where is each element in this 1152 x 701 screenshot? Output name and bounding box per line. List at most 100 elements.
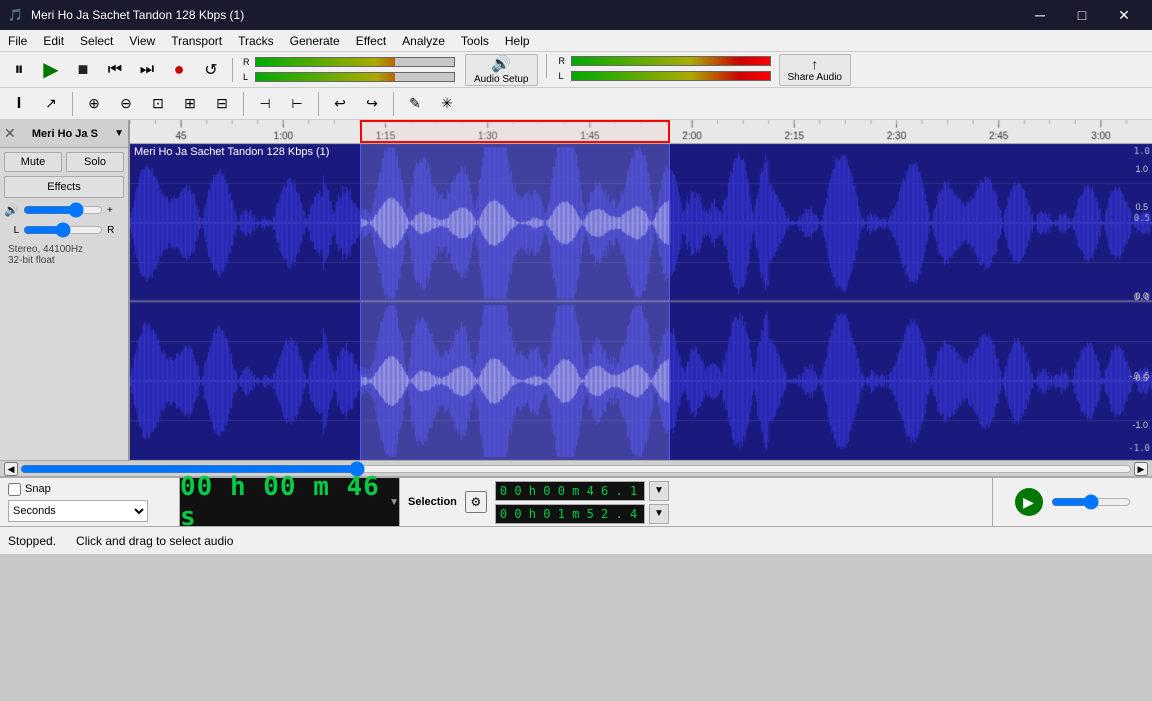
skip-back-button[interactable]: ⏮ bbox=[100, 55, 130, 85]
track-name-dropdown[interactable]: Meri Ho Ja S bbox=[32, 128, 98, 140]
vu-bar-bottom bbox=[255, 72, 455, 82]
pan-control-row: L R bbox=[14, 222, 115, 238]
sel-end-dropdown[interactable]: ▼ bbox=[649, 504, 669, 524]
audio-buttons: 🔊 Audio Setup R L ↑ Share Audio bbox=[465, 54, 851, 86]
envelope-tool-button[interactable]: ↗ bbox=[36, 89, 66, 119]
gain-slider[interactable] bbox=[23, 202, 103, 218]
menu-file[interactable]: File bbox=[0, 30, 35, 51]
seconds-select[interactable]: Seconds bbox=[8, 500, 148, 522]
track-area: ✕ Meri Ho Ja S ▼ Mute Solo Effects 🔊 + bbox=[0, 120, 1152, 460]
status-stopped: Stopped. bbox=[8, 534, 56, 548]
share-audio-button[interactable]: ↑ Share Audio bbox=[779, 54, 852, 86]
menu-edit[interactable]: Edit bbox=[35, 30, 72, 51]
toolbar2-sep-2 bbox=[243, 92, 244, 116]
undo-button[interactable]: ↩ bbox=[325, 89, 355, 119]
audio-setup-button[interactable]: 🔊 Audio Setup bbox=[465, 54, 538, 86]
stop-button[interactable]: ■ bbox=[68, 55, 98, 85]
play-section: ▶ bbox=[992, 478, 1152, 526]
pan-label: L bbox=[14, 225, 20, 236]
selection-settings-button[interactable]: ⚙ bbox=[465, 491, 487, 513]
pan-slider[interactable] bbox=[23, 222, 103, 238]
close-button[interactable]: ✕ bbox=[1104, 0, 1144, 30]
close-track-button[interactable]: ✕ bbox=[4, 125, 16, 142]
menu-generate[interactable]: Generate bbox=[282, 30, 348, 51]
pause-button[interactable]: ⏸ bbox=[4, 55, 34, 85]
titlebar: 🎵 Meri Ho Ja Sachet Tandon 128 Kbps (1) … bbox=[0, 0, 1152, 30]
snap-checkbox[interactable] bbox=[8, 483, 21, 496]
track-bit-depth: 32-bit float bbox=[8, 255, 120, 266]
time-display: 00 h 00 m 46 s ▼ bbox=[180, 478, 400, 526]
toolbar2: I ↗ ⊕ ⊖ ⊡ ⊞ ⊟ ⊣ ⊢ ↩ ↪ ✎ ✳ bbox=[0, 88, 1152, 120]
toolbar2-sep-3 bbox=[318, 92, 319, 116]
menu-tracks[interactable]: Tracks bbox=[230, 30, 282, 51]
redo-button[interactable]: ↪ bbox=[357, 89, 387, 119]
vu-bar-top bbox=[255, 57, 455, 67]
sel-end-row: ▼ bbox=[495, 504, 669, 524]
select-tool-button[interactable]: I bbox=[4, 89, 34, 119]
horizontal-scrollbar: ◀ ▶ bbox=[0, 460, 1152, 476]
time-dropdown-arrow[interactable]: ▼ bbox=[389, 497, 399, 508]
vu-meter-area: R L bbox=[243, 55, 455, 84]
selection-section: Selection ⚙ ▼ ▼ bbox=[400, 478, 992, 526]
sel-start-row: ▼ bbox=[495, 481, 669, 501]
share-audio-label: Share Audio bbox=[788, 72, 843, 83]
status-bar: Stopped. Click and drag to select audio bbox=[0, 526, 1152, 554]
toolbar-separator-2 bbox=[546, 54, 547, 78]
skip-forward-button[interactable]: ⏭ bbox=[132, 55, 162, 85]
window-controls: ─ □ ✕ bbox=[1020, 0, 1144, 30]
vu-bar-top-empty bbox=[395, 58, 454, 66]
time-ruler[interactable] bbox=[130, 120, 1152, 144]
speaker-icon: 🔊 bbox=[491, 54, 511, 74]
track-header: ✕ Meri Ho Ja S ▼ bbox=[0, 120, 128, 148]
minimize-button[interactable]: ─ bbox=[1020, 0, 1060, 30]
multi-tool-button[interactable]: ✳ bbox=[432, 89, 462, 119]
record-button[interactable]: ● bbox=[164, 55, 194, 85]
title-left: 🎵 Meri Ho Ja Sachet Tandon 128 Kbps (1) bbox=[8, 8, 244, 22]
selection-fields: ▼ ▼ bbox=[495, 481, 669, 524]
track-panel: ✕ Meri Ho Ja S ▼ Mute Solo Effects 🔊 + bbox=[0, 120, 130, 460]
waveform-canvas[interactable] bbox=[130, 144, 1152, 460]
zoom-in-button[interactable]: ⊕ bbox=[79, 89, 109, 119]
trim-left-button[interactable]: ⊣ bbox=[250, 89, 280, 119]
trim-right-button[interactable]: ⊢ bbox=[282, 89, 312, 119]
waveform-wrapper[interactable]: Meri Ho Ja Sachet Tandon 128 Kbps (1) 1.… bbox=[130, 144, 1152, 460]
menu-analyze[interactable]: Analyze bbox=[394, 30, 453, 51]
audio-setup-label: Audio Setup bbox=[474, 74, 529, 85]
scroll-left-button[interactable]: ◀ bbox=[4, 462, 18, 476]
bottom-bar: Snap Seconds 00 h 00 m 46 s ▼ Selection … bbox=[0, 476, 1152, 526]
solo-button[interactable]: Solo bbox=[66, 152, 124, 172]
effects-button[interactable]: Effects bbox=[4, 176, 124, 198]
current-time: 00 h 00 m 46 s bbox=[180, 472, 385, 532]
menu-tools[interactable]: Tools bbox=[453, 30, 497, 51]
menu-transport[interactable]: Transport bbox=[163, 30, 230, 51]
zoom-fit-button[interactable]: ⊡ bbox=[143, 89, 173, 119]
rec-vu-row-2: L bbox=[559, 69, 771, 83]
play-button[interactable]: ▶ bbox=[36, 55, 66, 85]
menubar: File Edit Select View Transport Tracks G… bbox=[0, 30, 1152, 52]
loop-button[interactable]: ↺ bbox=[196, 55, 226, 85]
menu-select[interactable]: Select bbox=[72, 30, 121, 51]
sel-end-input[interactable] bbox=[495, 504, 645, 524]
main-area: ✕ Meri Ho Ja S ▼ Mute Solo Effects 🔊 + bbox=[0, 120, 1152, 460]
sel-start-dropdown[interactable]: ▼ bbox=[649, 481, 669, 501]
zoom-full-button[interactable]: ⊟ bbox=[207, 89, 237, 119]
menu-help[interactable]: Help bbox=[497, 30, 538, 51]
zoom-out-button[interactable]: ⊖ bbox=[111, 89, 141, 119]
track-dropdown-arrow[interactable]: ▼ bbox=[114, 128, 124, 139]
menu-view[interactable]: View bbox=[121, 30, 163, 51]
waveform-area: Meri Ho Ja Sachet Tandon 128 Kbps (1) 1.… bbox=[130, 120, 1152, 460]
mute-button[interactable]: Mute bbox=[4, 152, 62, 172]
zoom-selection-button[interactable]: ⊞ bbox=[175, 89, 205, 119]
sel-start-input[interactable] bbox=[495, 481, 645, 501]
maximize-button[interactable]: □ bbox=[1062, 0, 1102, 30]
playback-speed-slider[interactable] bbox=[1051, 494, 1131, 510]
menu-effect[interactable]: Effect bbox=[348, 30, 394, 51]
play-green-button[interactable]: ▶ bbox=[1015, 488, 1043, 516]
snap-section: Snap Seconds bbox=[0, 478, 180, 526]
draw-tool-button[interactable]: ✎ bbox=[400, 89, 430, 119]
status-hint: Click and drag to select audio bbox=[76, 534, 233, 548]
gain-icon: 🔊 bbox=[4, 203, 19, 217]
scroll-right-button[interactable]: ▶ bbox=[1134, 462, 1148, 476]
snap-label: Snap bbox=[25, 483, 51, 495]
selection-label: Selection bbox=[408, 496, 457, 508]
